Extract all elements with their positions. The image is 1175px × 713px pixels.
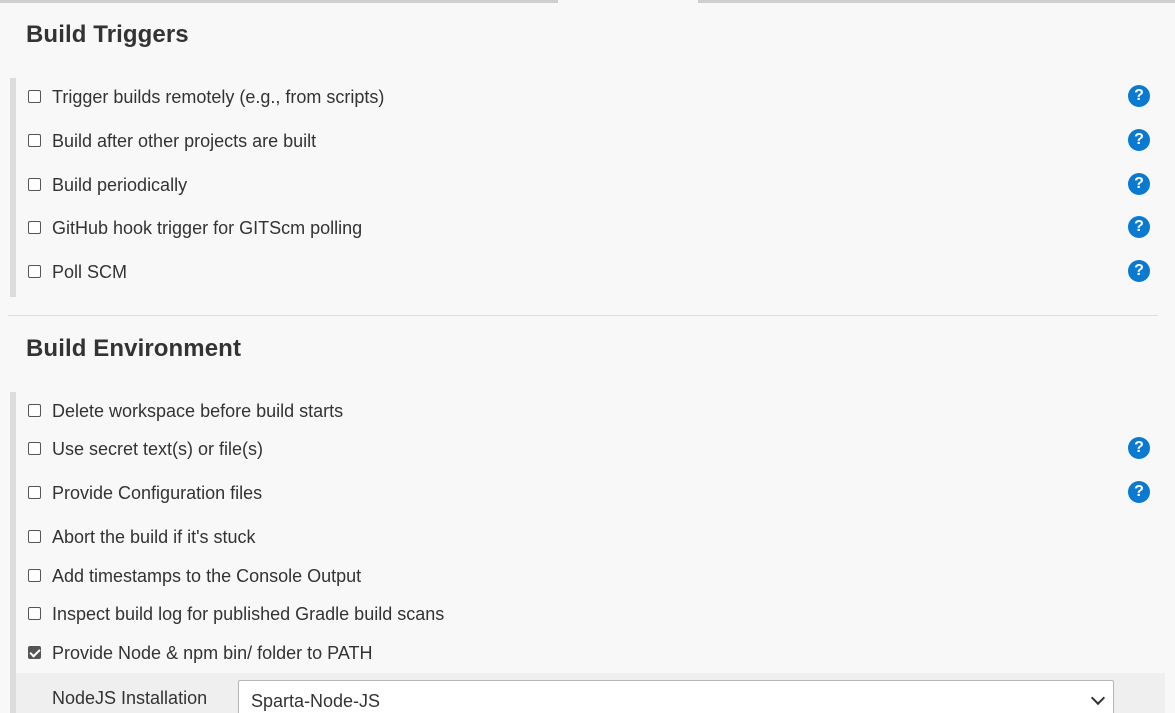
trigger-remote-label[interactable]: Trigger builds remotely (e.g., from scri… [52, 87, 384, 108]
poll-scm-label[interactable]: Poll SCM [52, 262, 127, 283]
build-environment-title: Build Environment [26, 335, 242, 362]
poll-scm-row: Poll SCM ? [26, 257, 1175, 287]
delete-workspace-label[interactable]: Delete workspace before build starts [52, 401, 343, 422]
job-config-page: Build Triggers Trigger builds remotely (… [0, 0, 1175, 713]
abort-stuck-row: Abort the build if it's stuck [26, 522, 1175, 552]
build-periodically-checkbox[interactable] [28, 178, 41, 191]
delete-workspace-row: Delete workspace before build starts [26, 396, 1175, 426]
node-path-row: Provide Node & npm bin/ folder to PATH [26, 638, 1175, 668]
abort-stuck-checkbox[interactable] [28, 530, 41, 543]
question-mark-icon[interactable]: ? [1128, 437, 1150, 459]
node-path-checkbox[interactable] [28, 646, 41, 659]
nodejs-installation-value: Sparta-Node-JS [251, 691, 381, 711]
github-hook-row: GitHub hook trigger for GITScm polling ? [26, 213, 1175, 243]
build-triggers-section-bar [10, 78, 16, 297]
gradle-scans-label[interactable]: Inspect build log for published Gradle b… [52, 604, 444, 625]
trigger-remote-checkbox[interactable] [28, 90, 41, 103]
secret-text-checkbox[interactable] [28, 442, 41, 455]
poll-scm-checkbox[interactable] [28, 265, 41, 278]
timestamps-checkbox[interactable] [28, 569, 41, 582]
node-path-label[interactable]: Provide Node & npm bin/ folder to PATH [52, 643, 372, 664]
section-divider [8, 315, 1158, 316]
delete-workspace-checkbox[interactable] [28, 404, 41, 417]
timestamps-row: Add timestamps to the Console Output [26, 561, 1175, 591]
question-mark-icon[interactable]: ? [1128, 129, 1150, 151]
secret-text-label[interactable]: Use secret text(s) or file(s) [52, 439, 263, 460]
github-hook-checkbox[interactable] [28, 221, 41, 234]
nodejs-installation-panel: NodeJS Installation Sparta-Node-JS [16, 673, 1165, 713]
question-mark-icon[interactable]: ? [1128, 173, 1150, 195]
config-files-row: Provide Configuration files ? [26, 478, 1175, 508]
question-mark-icon[interactable]: ? [1128, 260, 1150, 282]
build-after-other-row: Build after other projects are built ? [26, 126, 1175, 156]
build-periodically-row: Build periodically ? [26, 170, 1175, 200]
build-after-other-checkbox[interactable] [28, 134, 41, 147]
secret-text-row: Use secret text(s) or file(s) ? [26, 434, 1175, 464]
nodejs-installation-label: NodeJS Installation [52, 688, 208, 708]
config-files-label[interactable]: Provide Configuration files [52, 483, 262, 504]
question-mark-icon[interactable]: ? [1128, 85, 1150, 107]
tab-border-left [0, 0, 558, 3]
abort-stuck-label[interactable]: Abort the build if it's stuck [52, 527, 256, 548]
gradle-scans-row: Inspect build log for published Gradle b… [26, 599, 1175, 629]
nodejs-installation-select[interactable]: Sparta-Node-JS [238, 680, 1114, 713]
gradle-scans-checkbox[interactable] [28, 607, 41, 620]
build-after-other-label[interactable]: Build after other projects are built [52, 131, 316, 152]
trigger-remote-row: Trigger builds remotely (e.g., from scri… [26, 82, 1175, 112]
timestamps-label[interactable]: Add timestamps to the Console Output [52, 566, 361, 587]
config-files-checkbox[interactable] [28, 486, 41, 499]
build-triggers-title: Build Triggers [26, 21, 189, 48]
question-mark-icon[interactable]: ? [1128, 216, 1150, 238]
build-periodically-label[interactable]: Build periodically [52, 175, 187, 196]
question-mark-icon[interactable]: ? [1128, 481, 1150, 503]
build-environment-section-bar [10, 392, 16, 713]
github-hook-label[interactable]: GitHub hook trigger for GITScm polling [52, 218, 362, 239]
tab-border-right [698, 0, 1175, 3]
chevron-down-icon [1090, 690, 1106, 706]
